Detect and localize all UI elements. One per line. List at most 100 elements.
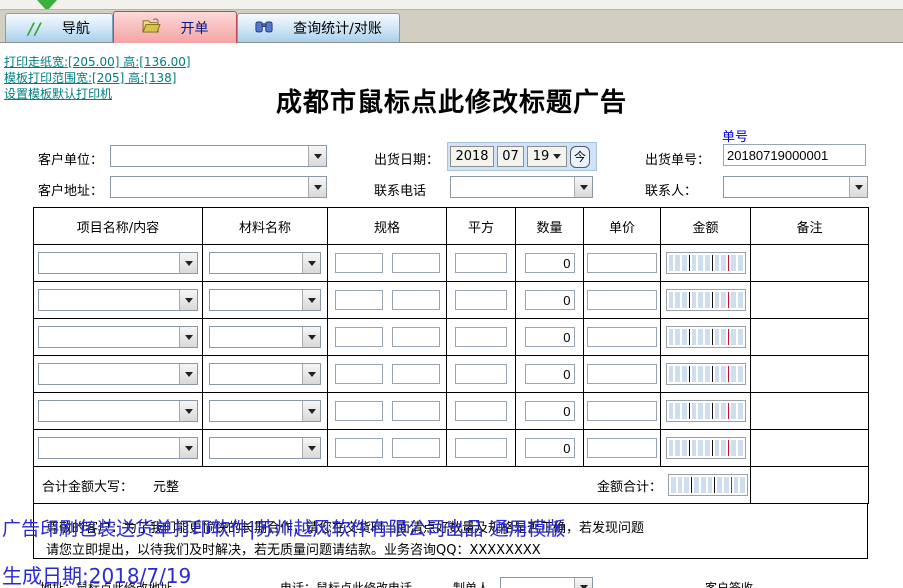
item-name-input[interactable] bbox=[39, 401, 179, 421]
order-maker-combobox[interactable] bbox=[500, 577, 593, 588]
qty-input[interactable] bbox=[525, 438, 575, 458]
spec-height-input[interactable] bbox=[392, 401, 440, 421]
contact-person-input[interactable] bbox=[724, 177, 849, 197]
customer-address-input[interactable] bbox=[111, 177, 308, 197]
chevron-down-icon[interactable] bbox=[179, 438, 197, 458]
ship-order-no-input[interactable] bbox=[723, 144, 866, 166]
unit-price-input[interactable] bbox=[587, 438, 657, 458]
order-maker-input[interactable] bbox=[501, 578, 574, 588]
item-name-input[interactable] bbox=[39, 290, 179, 310]
unit-price-input[interactable] bbox=[587, 401, 657, 421]
ship-date-picker[interactable]: 2018 07 19 今 bbox=[447, 142, 597, 171]
unit-price-input[interactable] bbox=[587, 364, 657, 384]
contact-phone-input[interactable] bbox=[451, 177, 574, 197]
item-name-combobox[interactable] bbox=[38, 252, 198, 274]
qty-input[interactable] bbox=[525, 364, 575, 384]
chevron-down-icon[interactable] bbox=[302, 364, 320, 384]
spec-width-input[interactable] bbox=[335, 364, 383, 384]
remark-cell[interactable] bbox=[751, 356, 869, 393]
qty-input[interactable] bbox=[525, 401, 575, 421]
today-button[interactable]: 今 bbox=[570, 146, 590, 168]
spec-height-input[interactable] bbox=[392, 327, 440, 347]
item-name-combobox[interactable] bbox=[38, 400, 198, 422]
remark-cell[interactable] bbox=[751, 282, 869, 319]
item-name-combobox[interactable] bbox=[38, 289, 198, 311]
sqm-input[interactable] bbox=[455, 290, 507, 310]
chevron-down-icon[interactable] bbox=[302, 253, 320, 273]
qty-input[interactable] bbox=[525, 327, 575, 347]
unit-price-input[interactable] bbox=[587, 290, 657, 310]
material-combobox[interactable] bbox=[209, 252, 321, 274]
sqm-input[interactable] bbox=[455, 364, 507, 384]
print-paper-size-link[interactable]: 打印走纸宽:[205.00] 高:[136.00] bbox=[4, 53, 191, 70]
qty-input[interactable] bbox=[525, 253, 575, 273]
sqm-input[interactable] bbox=[455, 327, 507, 347]
item-name-input[interactable] bbox=[39, 364, 179, 384]
chevron-down-icon[interactable] bbox=[302, 290, 320, 310]
item-name-combobox[interactable] bbox=[38, 363, 198, 385]
tab-query-stats[interactable]: 查询统计/对账 bbox=[237, 13, 400, 42]
sqm-input[interactable] bbox=[455, 253, 507, 273]
contact-phone-combobox[interactable] bbox=[450, 176, 593, 198]
date-day-segment[interactable]: 19 bbox=[527, 146, 567, 167]
material-input[interactable] bbox=[210, 253, 302, 273]
spec-width-input[interactable] bbox=[335, 327, 383, 347]
chevron-down-icon[interactable] bbox=[574, 578, 592, 588]
item-name-input[interactable] bbox=[39, 438, 179, 458]
chevron-down-icon[interactable] bbox=[179, 364, 197, 384]
chevron-down-icon[interactable] bbox=[302, 401, 320, 421]
amount-digitbox[interactable] bbox=[666, 289, 746, 311]
tab-create-order[interactable]: 开单 bbox=[113, 11, 237, 43]
material-input[interactable] bbox=[210, 327, 302, 347]
qty-input[interactable] bbox=[525, 290, 575, 310]
amount-total-digitbox[interactable] bbox=[668, 474, 748, 496]
remark-cell[interactable] bbox=[751, 319, 869, 356]
material-combobox[interactable] bbox=[209, 400, 321, 422]
chevron-down-icon[interactable] bbox=[179, 290, 197, 310]
material-input[interactable] bbox=[210, 401, 302, 421]
chevron-down-icon[interactable] bbox=[849, 177, 867, 197]
amount-digitbox[interactable] bbox=[666, 252, 746, 274]
footer-phone-edit[interactable]: 电话：鼠标点此修改电话 bbox=[280, 579, 412, 588]
customer-unit-combobox[interactable] bbox=[110, 145, 327, 167]
remark-cell[interactable] bbox=[751, 245, 869, 282]
chevron-down-icon[interactable] bbox=[179, 327, 197, 347]
item-name-input[interactable] bbox=[39, 253, 179, 273]
date-year-segment[interactable]: 2018 bbox=[450, 146, 494, 167]
material-combobox[interactable] bbox=[209, 326, 321, 348]
spec-height-input[interactable] bbox=[392, 253, 440, 273]
customer-unit-input[interactable] bbox=[111, 146, 308, 166]
chevron-down-icon[interactable] bbox=[179, 401, 197, 421]
material-input[interactable] bbox=[210, 290, 302, 310]
chevron-down-icon[interactable] bbox=[308, 177, 326, 197]
amount-digitbox[interactable] bbox=[666, 363, 746, 385]
spec-width-input[interactable] bbox=[335, 253, 383, 273]
item-name-combobox[interactable] bbox=[38, 437, 198, 459]
chevron-down-icon[interactable] bbox=[574, 177, 592, 197]
remark-cell[interactable] bbox=[751, 393, 869, 430]
spec-width-input[interactable] bbox=[335, 401, 383, 421]
material-combobox[interactable] bbox=[209, 437, 321, 459]
spec-height-input[interactable] bbox=[392, 290, 440, 310]
item-name-input[interactable] bbox=[39, 327, 179, 347]
unit-price-input[interactable] bbox=[587, 327, 657, 347]
remark-cell[interactable] bbox=[751, 430, 869, 467]
sqm-input[interactable] bbox=[455, 401, 507, 421]
spec-height-input[interactable] bbox=[392, 364, 440, 384]
amount-digitbox[interactable] bbox=[666, 400, 746, 422]
chevron-down-icon[interactable] bbox=[308, 146, 326, 166]
page-title[interactable]: 成都市鼠标点此修改标题广告 bbox=[0, 82, 903, 119]
unit-price-input[interactable] bbox=[587, 253, 657, 273]
tab-navigation[interactable]: // 导航 bbox=[5, 13, 113, 42]
date-month-segment[interactable]: 07 bbox=[497, 146, 524, 167]
amount-digitbox[interactable] bbox=[666, 437, 746, 459]
material-combobox[interactable] bbox=[209, 363, 321, 385]
chevron-down-icon[interactable] bbox=[179, 253, 197, 273]
customer-address-combobox[interactable] bbox=[110, 176, 327, 198]
chevron-down-icon[interactable] bbox=[302, 327, 320, 347]
chevron-down-icon[interactable] bbox=[302, 438, 320, 458]
order-number-tag-link[interactable]: 单号 bbox=[722, 126, 748, 145]
material-input[interactable] bbox=[210, 438, 302, 458]
spec-width-input[interactable] bbox=[335, 290, 383, 310]
material-combobox[interactable] bbox=[209, 289, 321, 311]
